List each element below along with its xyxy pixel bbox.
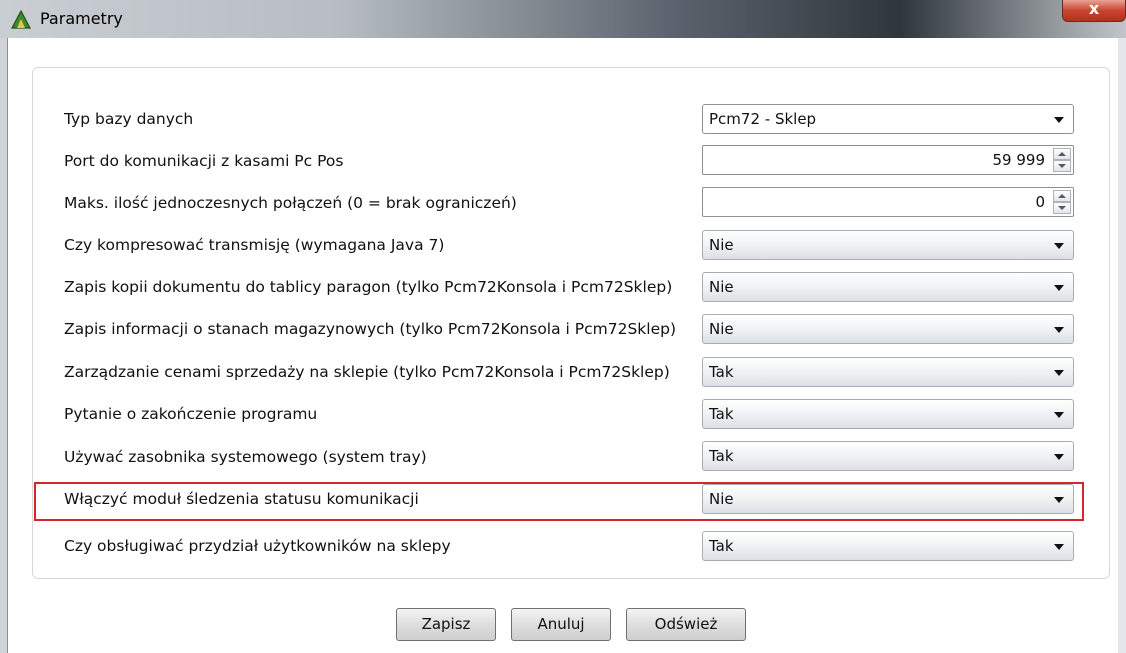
exit-confirmation-combo[interactable]: Tak <box>702 399 1074 429</box>
cancel-button[interactable]: Anuluj <box>511 608 611 641</box>
chevron-down-icon <box>1054 370 1064 376</box>
chevron-down-icon <box>1054 412 1064 418</box>
price-management-combo[interactable]: Tak <box>702 357 1074 387</box>
stock-info-combo[interactable]: Nie <box>702 314 1074 344</box>
setting-label: Typ bazy danych <box>64 110 194 128</box>
close-button[interactable]: x <box>1062 0 1126 22</box>
system-tray-combo[interactable]: Tak <box>702 441 1074 471</box>
chevron-down-icon <box>1054 454 1064 460</box>
communication-status-combo[interactable]: Nie <box>702 484 1074 514</box>
database-type-combo[interactable]: Pcm72 - Sklep <box>702 104 1074 134</box>
max-connections-spinner[interactable]: 0 <box>702 187 1074 217</box>
setting-label: Zapis kopii dokumentu do tablicy paragon… <box>64 278 673 296</box>
combo-value: Tak <box>709 447 734 465</box>
window-border-right <box>1118 38 1126 653</box>
combo-value: Nie <box>709 490 734 508</box>
combo-value: Pcm72 - Sklep <box>709 110 817 128</box>
chevron-down-icon <box>1054 544 1064 550</box>
window-border-left <box>0 38 8 653</box>
setting-label: Zarządzanie cenami sprzedaży na sklepie … <box>64 363 670 381</box>
setting-label: Włączyć moduł śledzenia statusu komunika… <box>64 490 419 508</box>
title-bar: Parametry x <box>0 0 1126 38</box>
chevron-down-icon <box>1054 285 1064 291</box>
refresh-button[interactable]: Odśwież <box>626 608 746 641</box>
user-assignment-combo[interactable]: Tak <box>702 531 1074 561</box>
spinner-value: 59 999 <box>992 151 1046 169</box>
combo-value: Nie <box>709 320 734 338</box>
combo-value: Nie <box>709 278 734 296</box>
combo-value: Tak <box>709 405 734 423</box>
setting-label: Maks. ilość jednoczesnych połączeń (0 = … <box>64 194 517 212</box>
port-spinner[interactable]: 59 999 <box>702 145 1074 175</box>
setting-label: Używać zasobnika systemowego (system tra… <box>64 448 427 466</box>
chevron-down-icon <box>1054 497 1064 503</box>
spinner-down-icon[interactable] <box>1053 202 1071 214</box>
setting-label: Zapis informacji o stanach magazynowych … <box>64 320 677 338</box>
combo-value: Tak <box>709 363 734 381</box>
setting-label: Czy kompresować transmisję (wymagana Jav… <box>64 236 445 254</box>
spinner-up-icon[interactable] <box>1053 190 1071 202</box>
combo-value: Tak <box>709 537 734 555</box>
save-button[interactable]: Zapisz <box>396 608 496 641</box>
setting-label: Port do komunikacji z kasami Pc Pos <box>64 152 344 170</box>
chevron-down-icon <box>1054 327 1064 333</box>
spinner-up-icon[interactable] <box>1053 148 1071 160</box>
spinner-down-icon[interactable] <box>1053 160 1071 172</box>
chevron-down-icon <box>1054 117 1064 123</box>
compression-combo[interactable]: Nie <box>702 230 1074 260</box>
chevron-down-icon <box>1054 243 1064 249</box>
window-title: Parametry <box>40 9 123 28</box>
setting-label: Czy obsługiwać przydział użytkowników na… <box>64 537 451 555</box>
receipt-copy-combo[interactable]: Nie <box>702 272 1074 302</box>
spinner-value: 0 <box>1035 193 1045 211</box>
app-icon <box>11 9 31 29</box>
combo-value: Nie <box>709 236 734 254</box>
setting-label: Pytanie o zakończenie programu <box>64 405 318 423</box>
